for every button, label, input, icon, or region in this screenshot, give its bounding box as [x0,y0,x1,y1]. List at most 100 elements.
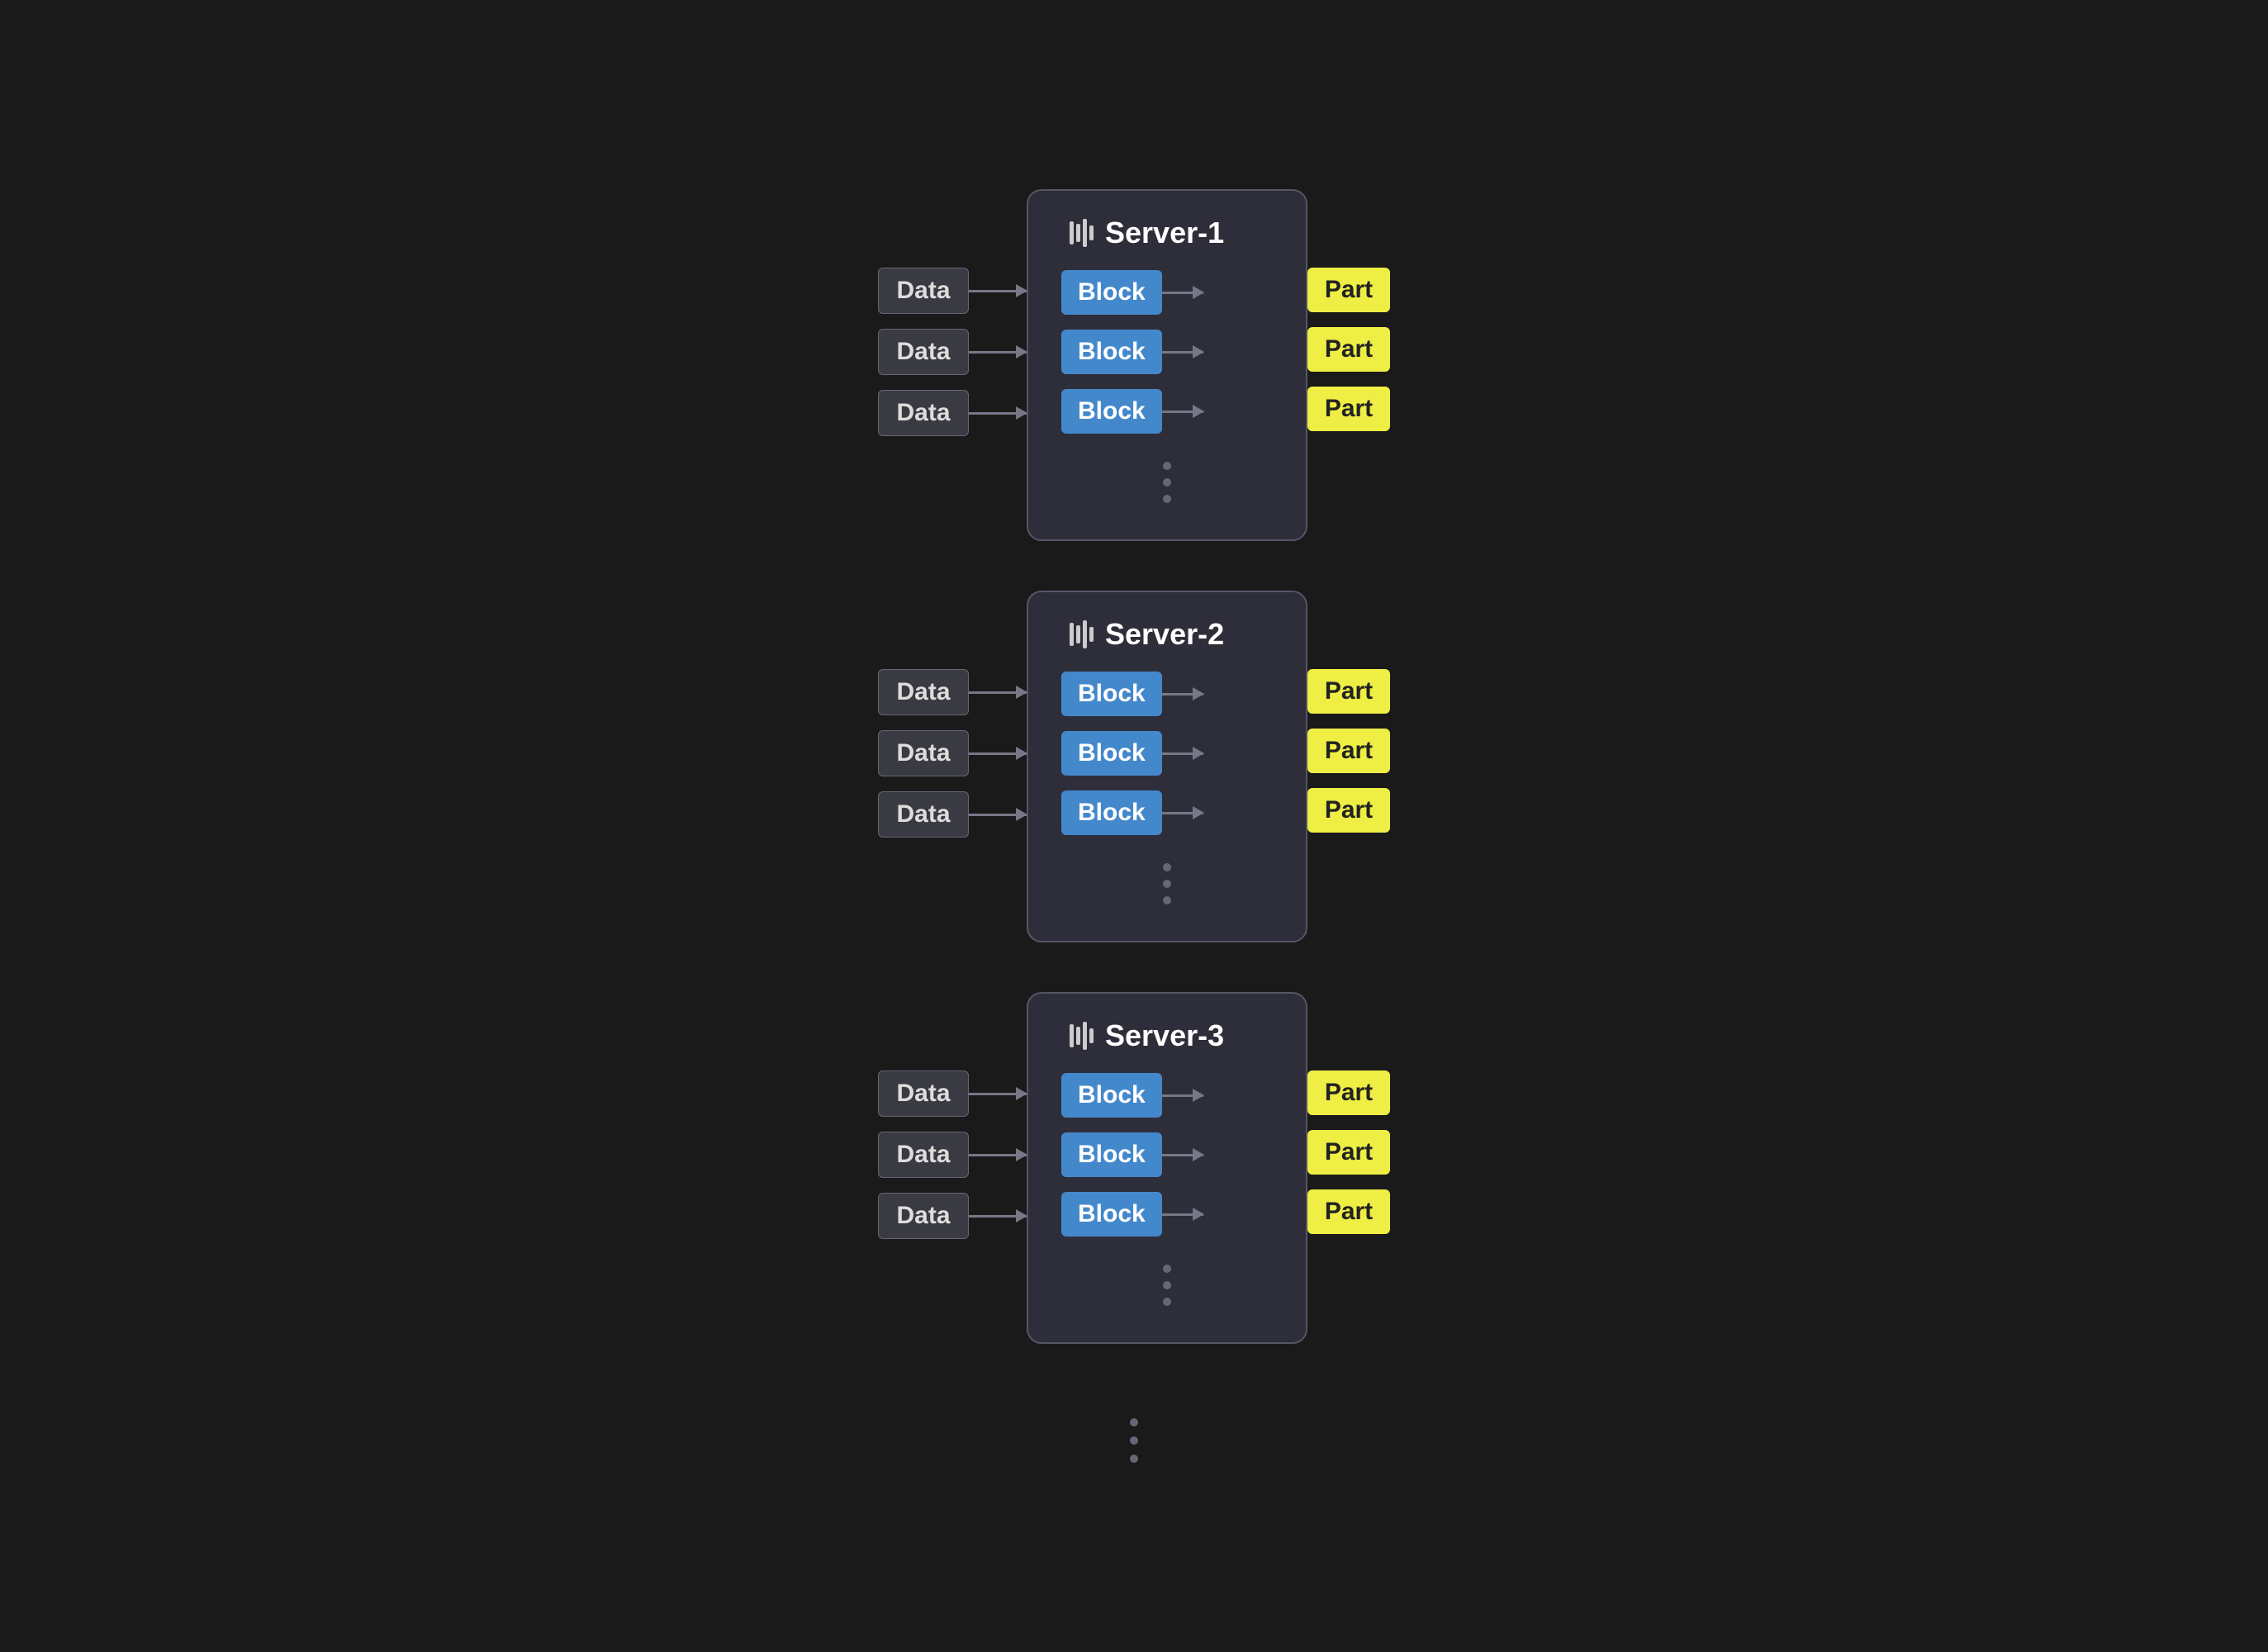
table-row: Block [1061,389,1203,434]
server-2-data-column: Data Data Data [878,591,1027,838]
table-row: Data [878,669,1027,715]
data-box: Data [878,730,969,776]
table-row: Part [1307,1189,1390,1234]
server-3-box: Server-3 Block Block Block [1027,992,1307,1344]
arrow-icon [969,1093,1027,1095]
block-box: Block [1061,1073,1162,1118]
icon-bar [1083,620,1087,648]
table-row: Data [878,730,1027,776]
arrow-icon [969,351,1027,354]
table-row: Data [878,1193,1027,1239]
table-row: Data [878,329,1027,375]
arrow-icon [969,412,1027,415]
server-1-box: Server-1 Block Block Block [1027,189,1307,541]
icon-bar [1076,224,1080,242]
arrow-icon [969,752,1027,755]
block-box: Block [1061,389,1162,434]
dot [1130,1455,1138,1463]
dot [1163,1281,1171,1289]
server-1-label: Server-1 [1105,216,1224,250]
block-box: Block [1061,790,1162,835]
arrow-icon [969,1154,1027,1156]
table-row: Part [1307,669,1390,714]
table-row: Block [1061,731,1203,776]
dot [1163,462,1171,470]
server-3-label: Server-3 [1105,1018,1224,1053]
part-box: Part [1307,729,1390,773]
part-box: Part [1307,788,1390,833]
table-row: Part [1307,1070,1390,1115]
server-3-part-column: Part Part Part [1307,992,1390,1234]
data-box: Data [878,1193,969,1239]
table-row: Part [1307,729,1390,773]
data-box: Data [878,791,969,838]
server-2-label: Server-2 [1105,617,1224,652]
dot [1163,1298,1171,1306]
icon-bar [1083,1022,1087,1050]
icon-bar [1089,1028,1094,1043]
arrow-icon [1162,752,1203,755]
arrow-icon [1162,292,1203,294]
server-1-data-column: Data Data Data [878,189,1027,436]
table-row: Block [1061,1073,1203,1118]
ellipsis [1061,850,1273,908]
table-row: Block [1061,1132,1203,1177]
server-icon [1070,1022,1094,1050]
data-box: Data [878,390,969,436]
dot [1163,1265,1171,1273]
block-box: Block [1061,330,1162,374]
block-box: Block [1061,1192,1162,1237]
block-box: Block [1061,672,1162,716]
main-diagram: Data Data Data [878,189,1390,1463]
icon-bar [1070,1024,1074,1047]
icon-bar [1070,221,1074,244]
dot [1130,1436,1138,1445]
arrow-icon [969,1215,1027,1218]
dot [1130,1418,1138,1427]
icon-bar [1076,1027,1080,1045]
server-icon [1070,620,1094,648]
icon-bar [1089,627,1094,642]
icon-bar [1089,225,1094,240]
table-row: Data [878,791,1027,838]
table-row: Part [1307,387,1390,431]
arrow-icon [969,814,1027,816]
data-box: Data [878,268,969,314]
arrow-icon [1162,1154,1203,1156]
table-row: Part [1307,788,1390,833]
part-box: Part [1307,1070,1390,1115]
server-2-header: Server-2 [1061,617,1273,652]
server-2-box: Server-2 Block Block Block [1027,591,1307,942]
table-row: Block [1061,330,1203,374]
dot [1163,478,1171,487]
table-row: Block [1061,270,1203,315]
dot [1163,896,1171,904]
arrow-icon [969,290,1027,292]
icon-bar [1076,625,1080,643]
table-row: Data [878,390,1027,436]
data-box: Data [878,669,969,715]
part-box: Part [1307,669,1390,714]
ellipsis [1061,1251,1273,1309]
server-3-data-column: Data Data Data [878,992,1027,1239]
arrow-icon [1162,1094,1203,1097]
block-box: Block [1061,731,1162,776]
table-row: Data [878,1070,1027,1117]
data-box: Data [878,1070,969,1117]
table-row: Data [878,268,1027,314]
table-row: Block [1061,790,1203,835]
server-3-header: Server-3 [1061,1018,1273,1053]
server-1-header: Server-1 [1061,216,1273,250]
server-1-part-column: Part Part Part [1307,189,1390,431]
table-row: Block [1061,1192,1203,1237]
part-box: Part [1307,268,1390,312]
arrow-icon [1162,411,1203,413]
server-icon [1070,219,1094,247]
data-box: Data [878,329,969,375]
server-1-group: Data Data Data [878,189,1390,541]
part-box: Part [1307,1130,1390,1175]
server-2-part-column: Part Part Part [1307,591,1390,833]
arrow-icon [969,691,1027,694]
arrow-icon [1162,812,1203,814]
icon-bar [1070,623,1074,646]
